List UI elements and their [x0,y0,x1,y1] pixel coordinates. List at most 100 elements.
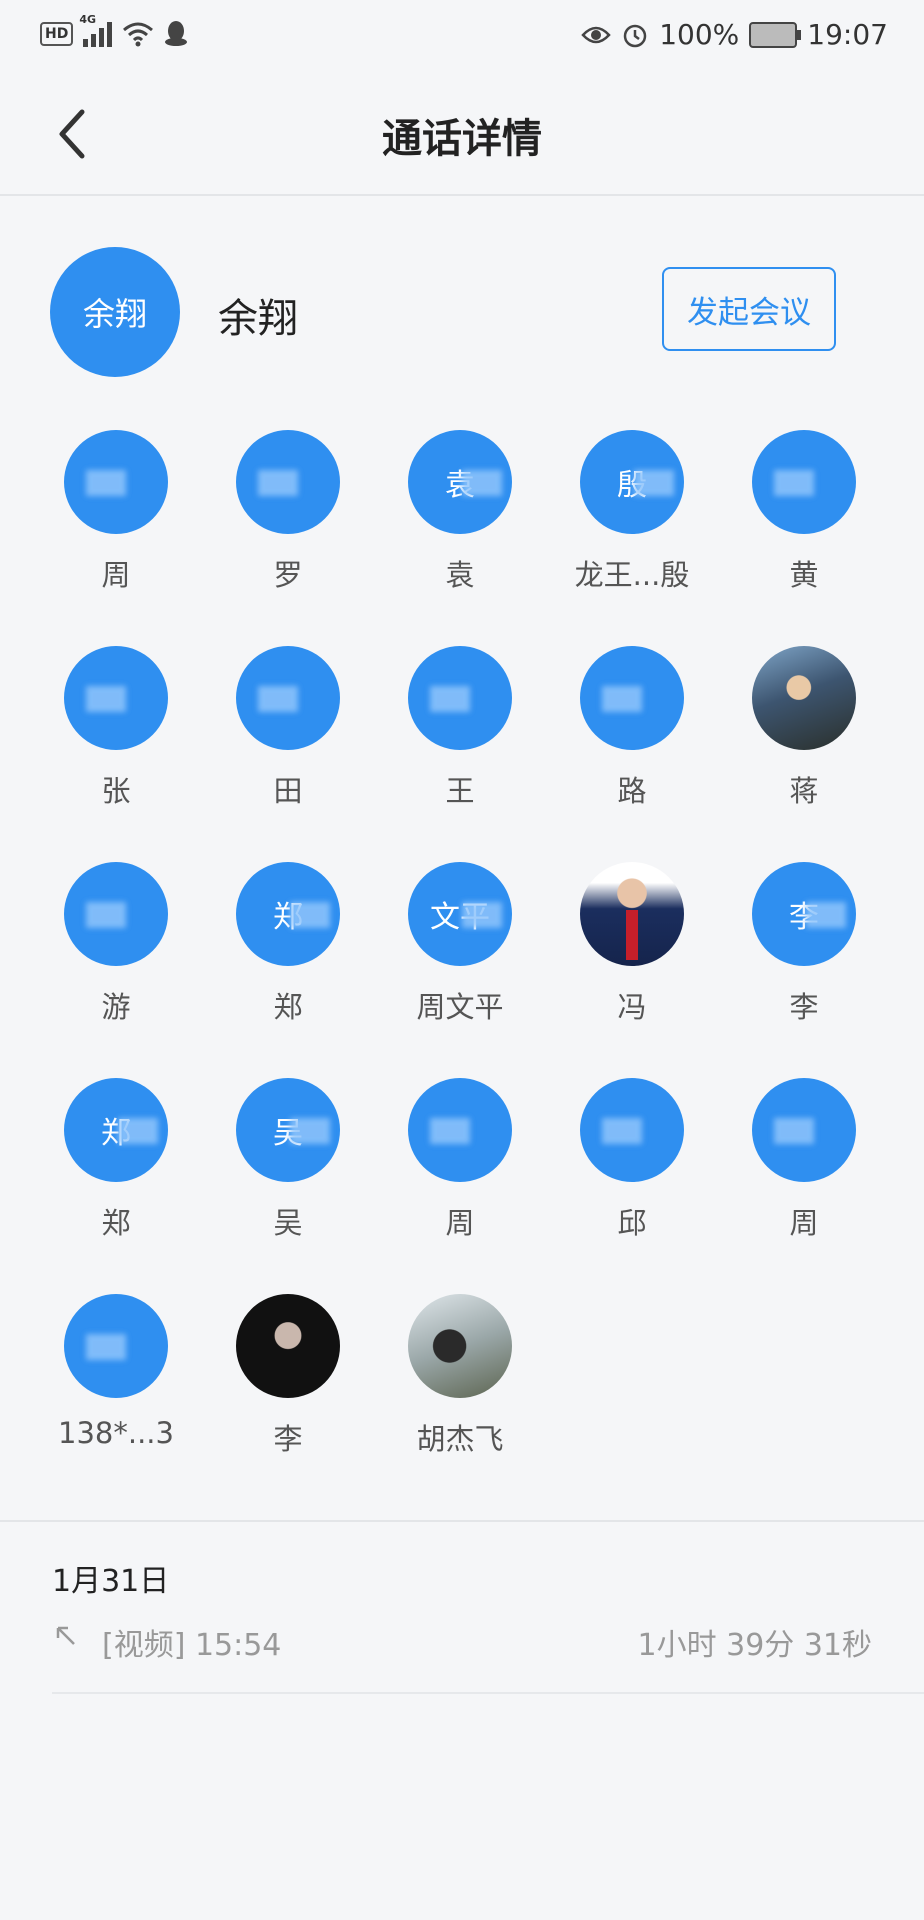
participant-name: 周 [101,558,131,592]
participant-name: 138*...3 [58,1416,174,1450]
participant-item[interactable]: 李李 [718,862,890,1026]
participant-item[interactable]: 胡杰飞 [374,1294,546,1458]
participant-item[interactable]: 张 [30,646,202,810]
participant-name: 周文平 [416,990,504,1024]
participant-name: 罗 [273,558,303,592]
pixelated-mask [634,470,674,496]
participant-avatar: 文平 [408,862,512,966]
top-nav: 通话详情 [0,72,924,196]
participant-avatar [752,646,856,750]
page-title: 通话详情 [382,116,542,162]
participant-avatar [580,646,684,750]
pixelated-mask [118,1118,158,1144]
wifi-icon [123,22,154,47]
participant-avatar [236,1294,340,1398]
participant-name: 黄 [789,558,819,592]
participant-item[interactable]: 郑郑 [30,1078,202,1242]
participant-item[interactable]: 周 [718,1078,890,1242]
participant-item[interactable]: 黄 [718,430,890,594]
participant-avatar [580,1078,684,1182]
participant-avatar [752,1078,856,1182]
pixelated-mask [86,470,126,496]
participant-avatar [64,862,168,966]
start-meeting-button[interactable]: 发起会议 [662,267,836,351]
pixelated-mask [462,470,502,496]
participant-name: 李 [273,1422,303,1456]
pixelated-mask [290,902,330,928]
eye-comfort-icon [581,26,611,43]
participant-avatar [408,1294,512,1398]
signal-icon: 4G [79,13,113,47]
participant-name: 路 [617,774,647,808]
participant-name: 吴 [273,1206,303,1240]
participant-name: 郑 [273,990,303,1024]
outgoing-arrow-icon [56,1626,75,1645]
call-duration: 1小时 39分 31秒 [637,1628,872,1663]
participant-avatar: 吴 [236,1078,340,1182]
call-date: 1月31日 [52,1564,170,1599]
clock: 19:07 [807,18,888,51]
participant-avatar [236,430,340,534]
pixelated-mask [430,686,470,712]
pixelated-mask [290,1118,330,1144]
alarm-icon [623,24,647,47]
status-right-icons: 100% 19:07 [581,18,888,51]
status-bar: HD 4G 100% 19:07 [0,0,924,72]
pixelated-mask [602,1118,642,1144]
caller-name: 余翔 [218,296,298,342]
participant-name: 胡杰飞 [416,1422,504,1456]
call-type-time: [视频] 15:54 [102,1628,282,1663]
participant-item[interactable]: 邱 [546,1078,718,1242]
participant-item[interactable]: 王 [374,646,546,810]
participant-avatar: 袁 [408,430,512,534]
participant-item[interactable]: 周 [30,430,202,594]
participant-avatar: 郑 [64,1078,168,1182]
participant-name: 周 [789,1206,819,1240]
participant-item[interactable]: 周 [374,1078,546,1242]
participant-item[interactable]: 田 [202,646,374,810]
participant-avatar [752,430,856,534]
participant-name: 田 [273,774,303,808]
participant-avatar [64,1294,168,1398]
participant-avatar [64,646,168,750]
pixelated-mask [774,470,814,496]
participant-item[interactable]: 郑郑 [202,862,374,1026]
pixelated-mask [86,902,126,928]
pixelated-mask [602,686,642,712]
participant-item[interactable]: 袁袁 [374,430,546,594]
participant-avatar [408,1078,512,1182]
network-type-label: 4G [79,13,97,26]
participant-avatar: 李 [752,862,856,966]
qq-icon [165,21,188,46]
participant-item[interactable]: 吴吴 [202,1078,374,1242]
hd-icon: HD [40,22,74,46]
participant-name: 游 [101,990,131,1024]
participant-item[interactable]: 李 [202,1294,374,1458]
caller-avatar[interactable]: 余翔 [50,247,180,377]
status-left-icons: HD 4G [40,13,188,48]
participant-item[interactable]: 殷龙王...殷 [546,430,718,594]
pixelated-mask [258,470,298,496]
participant-item[interactable]: 蒋 [718,646,890,810]
participant-item[interactable]: 冯 [546,862,718,1026]
participant-avatar: 殷 [580,430,684,534]
pixelated-mask [86,686,126,712]
participant-item[interactable]: 138*...3 [30,1294,202,1450]
pixelated-mask [86,1334,126,1360]
participant-item[interactable]: 游 [30,862,202,1026]
pixelated-mask [430,1118,470,1144]
participant-item[interactable]: 罗 [202,430,374,594]
participant-name: 冯 [617,990,647,1024]
battery-percent: 100% [659,18,740,51]
participant-item[interactable]: 路 [546,646,718,810]
participant-name: 龙王...殷 [574,558,690,592]
participant-name: 周 [445,1206,475,1240]
participant-avatar [64,430,168,534]
section-divider [0,1520,924,1522]
participant-avatar: 郑 [236,862,340,966]
pixelated-mask [258,686,298,712]
pixelated-mask [806,902,846,928]
participant-item[interactable]: 文平 周文平 [374,862,546,1026]
participant-name: 蒋 [789,774,819,808]
participant-name: 袁 [445,558,475,592]
